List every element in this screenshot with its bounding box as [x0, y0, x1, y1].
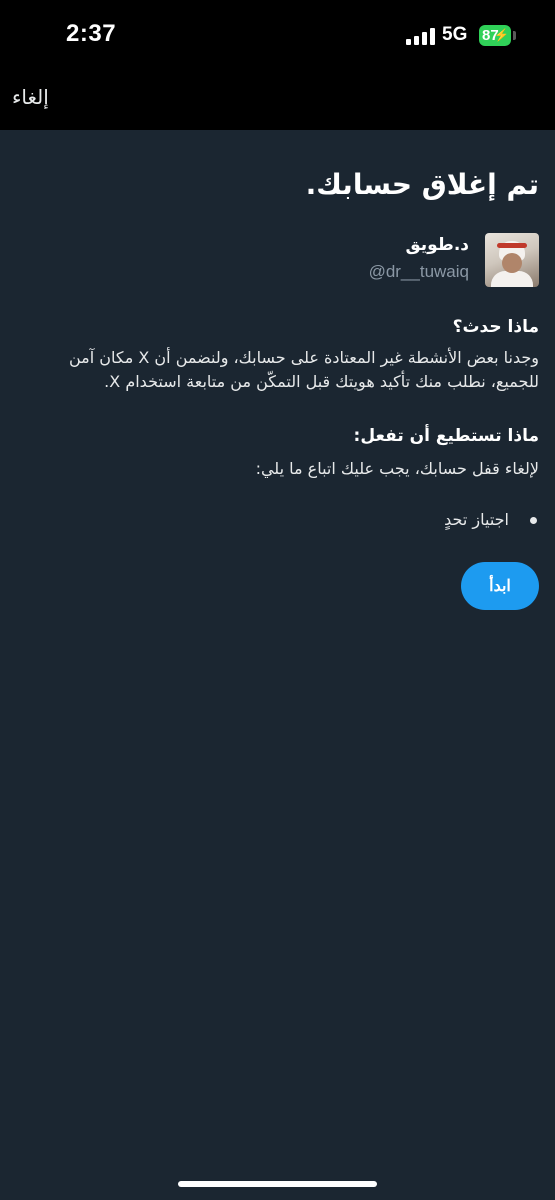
- battery-charging-icon: 87 ⚡: [479, 25, 511, 46]
- status-time: 2:37: [66, 20, 117, 47]
- nav-bar: إلغاء: [0, 75, 555, 130]
- signal-bars-icon: [406, 28, 435, 45]
- bullet-icon: [530, 517, 537, 524]
- battery-cap: [513, 31, 516, 40]
- what-you-can-do-heading: ماذا تستطيع أن تفعل:: [353, 426, 539, 446]
- cancel-button[interactable]: إلغاء: [12, 85, 49, 109]
- profile-card: د.طويق @dr__tuwaiq: [279, 233, 539, 289]
- page-title: تم إغلاق حسابك.: [305, 168, 539, 201]
- charging-bolt-icon: ⚡: [494, 28, 509, 42]
- avatar: [485, 233, 539, 287]
- network-type: 5G: [442, 24, 468, 45]
- home-indicator[interactable]: [178, 1181, 377, 1187]
- start-button[interactable]: ابدأ: [461, 562, 539, 610]
- what-you-can-do-body: لإلغاء قفل حسابك، يجب عليك اتباع ما يلي:: [255, 459, 539, 478]
- what-happened-body: وجدنا بعض الأنشطة غير المعتادة على حسابك…: [68, 348, 539, 391]
- what-happened-heading: ماذا حدث؟: [452, 317, 539, 337]
- list-item: اجتياز تحدٍ: [444, 510, 509, 529]
- status-bar: 2:37 5G 87 ⚡: [0, 0, 555, 75]
- display-name: د.طويق: [405, 235, 469, 255]
- user-handle: @dr__tuwaiq: [368, 262, 469, 281]
